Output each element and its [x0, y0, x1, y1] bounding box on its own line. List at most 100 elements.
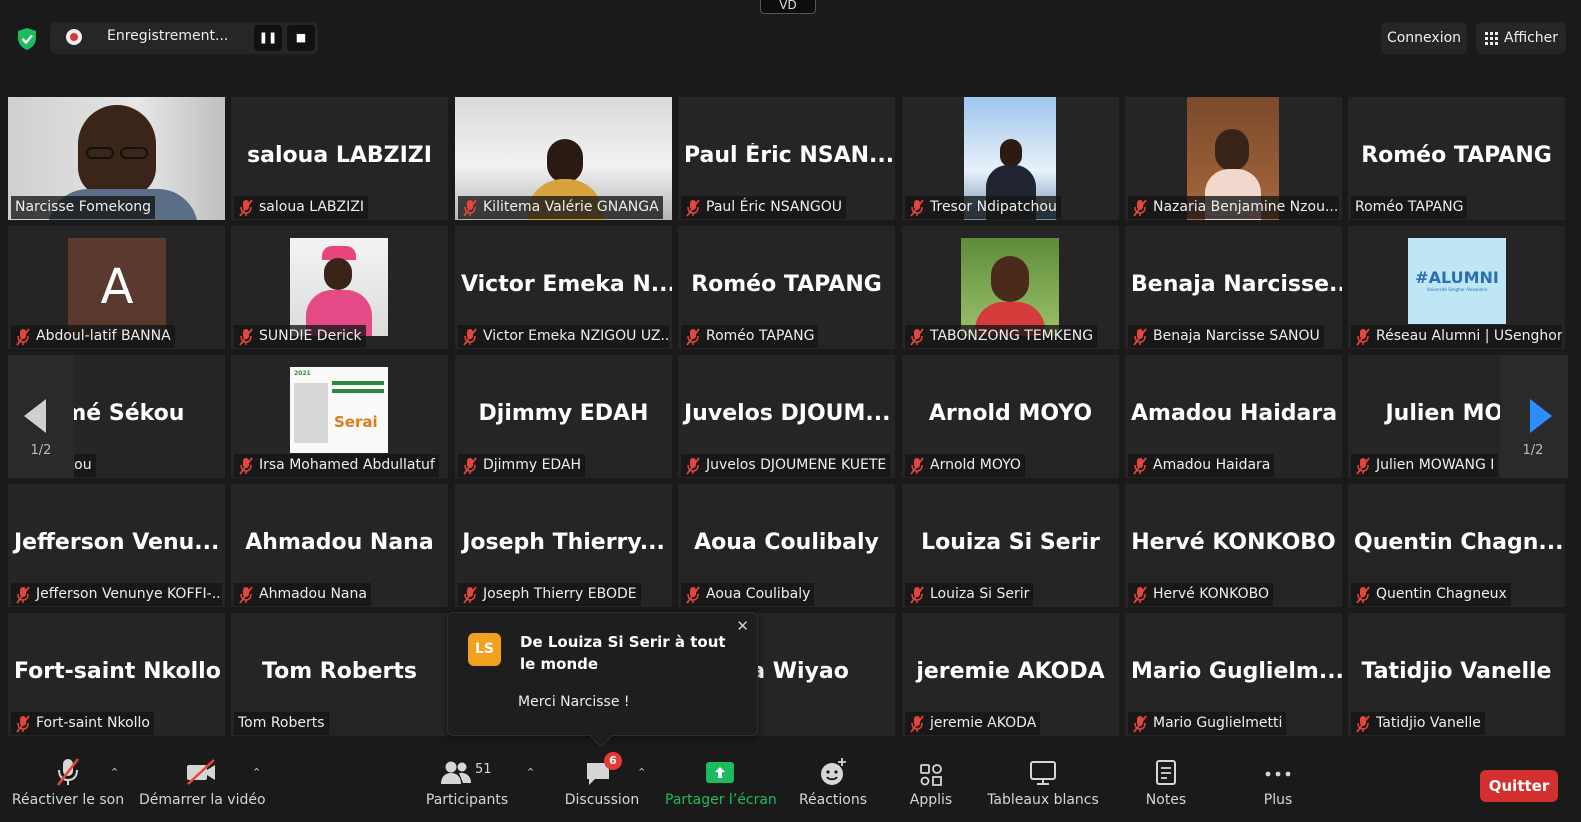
participants-caret-icon[interactable]: ⌃	[526, 766, 535, 779]
event-poster: 2021 Serai	[290, 367, 388, 453]
more-button[interactable]: Plus	[1255, 756, 1301, 816]
participant-tile[interactable]: Kilitema Valérie GNANGA	[455, 97, 672, 220]
participant-display-name: jeremie AKODA	[916, 659, 1105, 684]
participant-tile[interactable]: TABONZONG TEMKENG	[902, 226, 1119, 349]
unmute-button[interactable]: Réactiver le son	[10, 756, 126, 816]
quit-meeting-button[interactable]: Quitter	[1480, 770, 1558, 802]
video-options-caret-icon[interactable]: ⌃	[252, 766, 261, 779]
participant-name-label: Ahmadou Nana	[234, 583, 371, 606]
participant-name-label: Paul Éric NSANGOU	[681, 196, 847, 219]
muted-mic-icon	[238, 456, 254, 475]
participant-name-text: Hervé KONKOBO	[1153, 586, 1269, 602]
muted-mic-icon	[1355, 714, 1371, 733]
participant-name-text: Roméo TAPANG	[706, 328, 815, 344]
muted-mic-icon	[462, 327, 478, 346]
participant-display-name: Roméo TAPANG	[691, 272, 882, 297]
participant-tile[interactable]: Nazaria Benjamine Nzou...	[1125, 97, 1342, 220]
participants-button[interactable]: 51 Participants	[424, 756, 510, 816]
participant-name-label: Arnold MOYO	[905, 454, 1025, 477]
view-button[interactable]: Afficher	[1476, 22, 1566, 54]
participant-display-name: Victor Emeka N...	[461, 272, 672, 297]
participant-tile[interactable]: Ahmadou Nana Ahmadou Nana	[231, 484, 448, 607]
reactions-button[interactable]: Réactions	[796, 756, 870, 816]
recording-label: Enregistrement...	[107, 28, 229, 44]
muted-mic-icon	[909, 456, 925, 475]
start-video-button[interactable]: Démarrer la vidéo	[139, 756, 266, 816]
participant-tile[interactable]: Djimmy EDAH Djimmy EDAH	[455, 355, 672, 478]
previous-page-button[interactable]: 1/2	[8, 355, 74, 478]
participant-name-label: Tatidjio Vanelle	[1351, 712, 1485, 735]
participant-tile[interactable]: SUNDIE Derick	[231, 226, 448, 349]
participant-tile[interactable]: Tresor Ndipatchou	[902, 97, 1119, 220]
view-tab[interactable]: VD	[760, 0, 816, 14]
chat-button[interactable]: 6 Discussion	[562, 752, 642, 816]
security-shield-icon[interactable]	[14, 26, 40, 52]
apps-button[interactable]: Applis	[904, 756, 958, 816]
notes-button[interactable]: Notes	[1138, 756, 1194, 816]
participant-tile[interactable]: Juvelos DJOUM... Juvelos DJOUMENE KUETE	[678, 355, 895, 478]
audio-options-caret-icon[interactable]: ⌃	[110, 766, 119, 779]
participant-tile[interactable]: Roméo TAPANG Roméo TAPANG	[1348, 97, 1565, 220]
participant-tile[interactable]: Arnold MOYO Arnold MOYO	[902, 355, 1119, 478]
participant-display-name: Ahmadou Nana	[245, 530, 434, 555]
participant-tile[interactable]: jeremie AKODA jeremie AKODA	[902, 613, 1119, 736]
participant-tile[interactable]: A Abdoul-latif BANNA	[8, 226, 225, 349]
whiteboards-button[interactable]: Tableaux blancs	[985, 756, 1101, 816]
participant-tile[interactable]: Tatidjio Vanelle Tatidjio Vanelle	[1348, 613, 1565, 736]
participant-tile[interactable]: Roméo TAPANG Roméo TAPANG	[678, 226, 895, 349]
muted-mic-icon	[909, 198, 925, 217]
share-screen-button[interactable]: Partager l’écran	[665, 756, 777, 816]
participant-tile[interactable]: Joseph Thierry... Joseph Thierry EBODE	[455, 484, 672, 607]
notes-icon	[1156, 760, 1176, 785]
muted-mic-icon	[462, 585, 478, 604]
participant-tile[interactable]: Paul Éric NSAN... Paul Éric NSANGOU	[678, 97, 895, 220]
muted-mic-icon	[1132, 714, 1148, 733]
participant-tile[interactable]: Narcisse Fomekong	[8, 97, 225, 220]
chat-caret-icon[interactable]: ⌃	[637, 766, 646, 779]
apps-label: Applis	[909, 792, 953, 808]
muted-mic-icon	[909, 585, 925, 604]
chat-notification[interactable]: LS De Louiza Si Serir à tout le monde Me…	[447, 612, 758, 748]
top-bar: Enregistrement... ❚❚ ■ Connexion Affiche…	[0, 12, 1581, 64]
participant-name-text: Aoua Coulibaly	[706, 586, 811, 602]
participant-tile[interactable]: saloua LABZIZI saloua LABZIZI	[231, 97, 448, 220]
participant-name-text: Narcisse Fomekong	[15, 199, 152, 215]
participant-tile[interactable]: Hervé KONKOBO Hervé KONKOBO	[1125, 484, 1342, 607]
muted-mic-icon	[1355, 585, 1371, 604]
muted-mic-icon	[1132, 327, 1148, 346]
participant-display-name: Hervé KONKOBO	[1131, 530, 1336, 555]
muted-mic-icon	[1132, 456, 1148, 475]
participant-name-label: jeremie AKODA	[905, 712, 1041, 735]
pause-recording-button[interactable]: ❚❚	[254, 25, 282, 51]
participant-tile[interactable]: Aoua Coulibaly Aoua Coulibaly	[678, 484, 895, 607]
participant-tile[interactable]: Mario Guglielm... Mario Guglielmetti	[1125, 613, 1342, 736]
participant-tile[interactable]: 2021 Serai Irsa Mohamed Abdullatuf	[231, 355, 448, 478]
participant-tile[interactable]: Tom Roberts Tom Roberts	[231, 613, 448, 736]
participant-name-label: Réseau Alumni | USenghor	[1351, 325, 1562, 348]
participant-tile[interactable]: Louiza Si Serir Louiza Si Serir	[902, 484, 1119, 607]
muted-mic-icon	[685, 198, 701, 217]
close-icon[interactable]: ✕	[736, 617, 749, 635]
participant-tile[interactable]: Fort-saint Nkollo Fort-saint Nkollo	[8, 613, 225, 736]
participant-name-text: Louiza Si Serir	[930, 586, 1030, 602]
muted-mic-icon	[685, 585, 701, 604]
chevron-right-icon	[1530, 399, 1552, 433]
participant-tile[interactable]: Victor Emeka N... Victor Emeka NZIGOU UZ.…	[455, 226, 672, 349]
participant-name-text: Kilitema Valérie GNANGA	[483, 199, 659, 215]
participant-tile[interactable]: Quentin Chagn... Quentin Chagneux	[1348, 484, 1565, 607]
next-page-button[interactable]: 1/2	[1500, 355, 1568, 478]
participant-tile[interactable]: #ALUMNI Université Senghor Alexandrie Rése…	[1348, 226, 1565, 349]
participant-name-label: Fort-saint Nkollo	[11, 712, 154, 735]
muted-mic-icon	[238, 327, 254, 346]
participant-tile[interactable]: Benaja Narcisse... Benaja Narcisse SANOU	[1125, 226, 1342, 349]
participants-count: 51	[475, 762, 492, 777]
connexion-button[interactable]: Connexion	[1381, 22, 1467, 54]
view-button-label: Afficher	[1504, 30, 1559, 46]
stop-recording-button[interactable]: ■	[287, 25, 315, 51]
participant-name-text: Jefferson Venunye KOFFI-...	[36, 586, 222, 602]
participant-tile[interactable]: Amadou Haidara Amadou Haidara	[1125, 355, 1342, 478]
participant-name-label: Benaja Narcisse SANOU	[1128, 325, 1324, 348]
participant-tile[interactable]: Jefferson Venu... Jefferson Venunye KOFFI…	[8, 484, 225, 607]
share-screen-label: Partager l’écran	[665, 792, 777, 808]
muted-mic-icon	[15, 714, 31, 733]
